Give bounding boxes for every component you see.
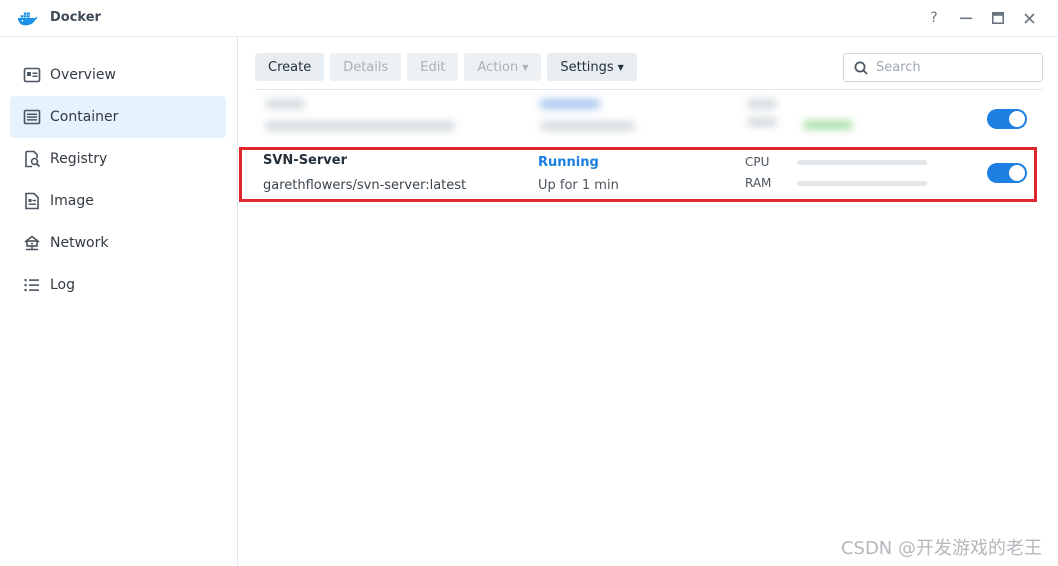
network-icon xyxy=(23,234,41,252)
minimize-button[interactable] xyxy=(956,8,976,28)
toggle-knob xyxy=(1009,111,1025,127)
settings-label: Settings xyxy=(560,59,614,75)
container-name: SVN-Server xyxy=(263,153,347,168)
toggle-knob xyxy=(1009,165,1025,181)
sidebar-item-label: Log xyxy=(50,277,76,293)
obscured-container-row[interactable] xyxy=(255,93,1043,141)
help-button[interactable]: ? xyxy=(924,8,944,28)
caret-down-icon: ▼ xyxy=(617,62,624,72)
svn-server-toggle[interactable] xyxy=(987,163,1027,183)
search-input[interactable] xyxy=(876,60,1026,75)
sidebar-item-label: Network xyxy=(50,235,109,251)
cpu-label: CPU xyxy=(745,155,770,169)
toolbar-divider xyxy=(255,89,1043,90)
app-title: Docker xyxy=(50,10,101,25)
container-icon xyxy=(23,108,41,126)
sidebar-item-container[interactable]: Container xyxy=(10,96,226,138)
sidebar-item-label: Overview xyxy=(50,67,116,83)
cpu-usage-bar xyxy=(797,160,927,165)
container-uptime: Up for 1 min xyxy=(538,178,619,193)
caret-down-icon: ▼ xyxy=(522,62,529,72)
main-panel: Create Details Edit Action ▼ Settings ▼ xyxy=(239,36,1058,566)
action-label: Action xyxy=(477,59,519,75)
sidebar: Overview Container Registry Image Networ… xyxy=(0,36,238,566)
docker-logo-icon xyxy=(17,12,38,26)
create-button[interactable]: Create xyxy=(255,53,325,81)
search-box[interactable] xyxy=(843,53,1043,82)
settings-button[interactable]: Settings ▼ xyxy=(547,53,637,81)
ram-label: RAM xyxy=(745,176,772,190)
close-icon xyxy=(1023,12,1035,24)
sidebar-item-label: Container xyxy=(50,109,119,125)
maximize-button[interactable] xyxy=(988,8,1008,28)
sidebar-item-label: Image xyxy=(50,193,94,209)
docker-window: Docker ? Overview Container Registry Ima… xyxy=(0,0,1058,566)
sidebar-item-image[interactable]: Image xyxy=(10,180,226,222)
sidebar-item-registry[interactable]: Registry xyxy=(10,138,226,180)
maximize-icon xyxy=(992,12,1004,24)
sidebar-item-network[interactable]: Network xyxy=(10,222,226,264)
action-button[interactable]: Action ▼ xyxy=(464,53,542,81)
log-icon xyxy=(23,276,41,294)
search-icon xyxy=(854,61,868,75)
container-row-svn-server[interactable]: SVN-Server garethflowers/svn-server:late… xyxy=(239,147,1037,202)
edit-button[interactable]: Edit xyxy=(407,53,459,81)
overview-icon xyxy=(23,66,41,84)
ram-usage-bar xyxy=(797,181,927,186)
container-image: garethflowers/svn-server:latest xyxy=(263,178,467,193)
container-status: Running xyxy=(538,155,599,170)
sidebar-item-overview[interactable]: Overview xyxy=(10,54,226,96)
watermark: CSDN @开发游戏的老王 xyxy=(840,538,1042,559)
container-toggle[interactable] xyxy=(987,109,1027,129)
details-button[interactable]: Details xyxy=(330,53,402,81)
image-icon xyxy=(23,192,41,210)
minimize-icon xyxy=(960,17,972,20)
title-bar: Docker ? xyxy=(0,0,1058,36)
registry-icon xyxy=(23,150,41,168)
close-button[interactable] xyxy=(1019,8,1039,28)
sidebar-item-log[interactable]: Log xyxy=(10,264,226,306)
toolbar: Create Details Edit Action ▼ Settings ▼ xyxy=(255,53,637,83)
sidebar-item-label: Registry xyxy=(50,151,108,167)
